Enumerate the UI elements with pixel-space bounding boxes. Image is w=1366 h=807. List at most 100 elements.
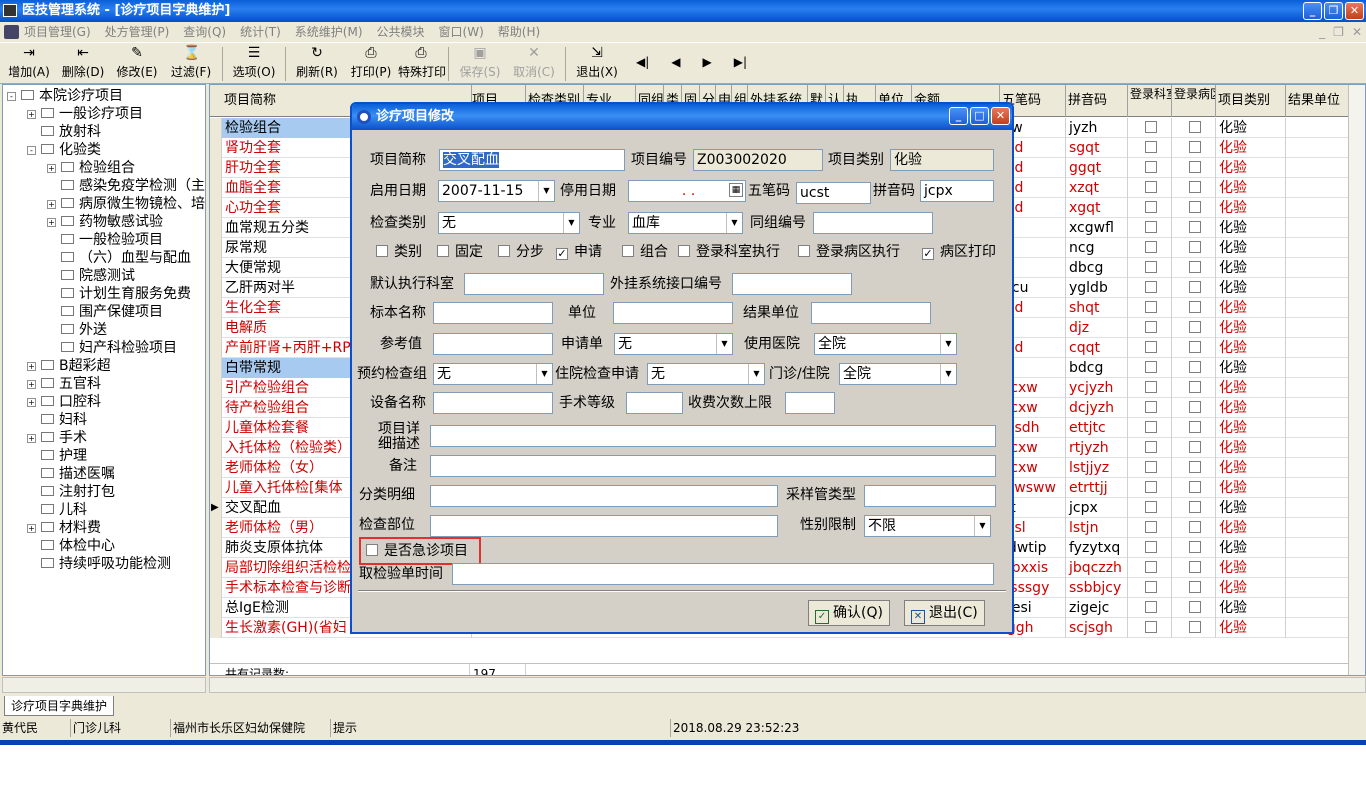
checkbox[interactable] — [1145, 221, 1157, 233]
pinyin-field[interactable]: jcpx — [920, 180, 994, 202]
tree-node[interactable]: - 化验类 — [27, 141, 101, 159]
row-indicator[interactable] — [210, 438, 222, 458]
option-checkbox[interactable]: 固定 — [437, 242, 483, 262]
row-indicator[interactable] — [210, 598, 222, 618]
menu-item[interactable]: 项目管理(G) — [24, 22, 91, 42]
toolbar-button[interactable]: ✎ 修改(E) — [110, 43, 164, 83]
tree-node[interactable]: - 本院诊疗项目 — [7, 87, 123, 105]
checkbox[interactable] — [1189, 581, 1201, 593]
mdi-minimize-button[interactable]: _ — [1319, 22, 1325, 42]
checkbox[interactable] — [1189, 421, 1201, 433]
checkbox[interactable] — [1145, 261, 1157, 273]
checkbox[interactable] — [1189, 501, 1201, 513]
option-checkbox[interactable]: ✓ 申请 — [556, 242, 602, 262]
checkmark-icon[interactable]: ✓ — [556, 248, 568, 260]
expand-icon[interactable]: + — [47, 200, 56, 209]
checkbox[interactable] — [1189, 381, 1201, 393]
row-indicator[interactable] — [210, 618, 222, 638]
chevron-down-icon[interactable]: ▼ — [726, 213, 742, 233]
collapse-icon[interactable]: - — [7, 92, 16, 101]
row-indicator[interactable] — [210, 578, 222, 598]
checkbox[interactable] — [1145, 401, 1157, 413]
tree-node[interactable]: + 材料费 — [27, 519, 101, 537]
checkbox[interactable] — [1189, 361, 1201, 373]
menu-item[interactable]: 系统维护(M) — [295, 22, 363, 42]
grid-vscrollbar[interactable] — [1348, 85, 1365, 675]
checkbox-box[interactable] — [376, 245, 388, 257]
tree-node[interactable]: 妇科 — [27, 411, 87, 429]
checkbox[interactable] — [1145, 601, 1157, 613]
menu-item[interactable]: 统计(T) — [240, 22, 281, 42]
calendar-icon[interactable]: ▦ — [729, 183, 743, 197]
confirm-button[interactable]: ✓ 确认(Q) — [808, 600, 890, 626]
expand-icon[interactable]: + — [27, 524, 36, 533]
row-indicator[interactable] — [210, 278, 222, 298]
exit-button[interactable]: ✕ 退出(C) — [904, 600, 985, 626]
tree-node[interactable]: （六）血型与配血 — [47, 249, 191, 267]
tree-node[interactable]: 妇产科检验项目 — [47, 339, 177, 357]
emergency-checkbox[interactable]: 是否急诊项目 — [366, 541, 468, 561]
tree-node[interactable]: 外送 — [47, 321, 107, 339]
toolbar-button[interactable]: ⎙ 打印(P) — [344, 43, 398, 83]
toolbar-button[interactable]: ↻ 刷新(R) — [290, 43, 344, 83]
checkbox[interactable] — [1145, 161, 1157, 173]
column-header[interactable]: 拼音码 — [1066, 85, 1128, 117]
row-indicator[interactable] — [210, 558, 222, 578]
row-indicator[interactable] — [210, 398, 222, 418]
row-indicator[interactable] — [210, 318, 222, 338]
checkbox[interactable] — [1145, 381, 1157, 393]
unit-field[interactable] — [613, 302, 733, 324]
tree-node[interactable]: 计划生育服务免费 — [47, 285, 191, 303]
checkbox-box[interactable] — [366, 544, 378, 556]
checkbox[interactable] — [1145, 281, 1157, 293]
report-time-field[interactable] — [452, 563, 994, 585]
row-indicator[interactable] — [210, 218, 222, 238]
row-indicator[interactable] — [210, 198, 222, 218]
reference-field[interactable] — [433, 333, 553, 355]
group-no-field[interactable] — [813, 212, 933, 234]
checkbox[interactable] — [1189, 281, 1201, 293]
row-indicator[interactable] — [210, 458, 222, 478]
tree-node[interactable]: + 药物敏感试验 — [47, 213, 163, 231]
chevron-down-icon[interactable]: ▼ — [563, 213, 579, 233]
classify-field[interactable] — [430, 485, 778, 507]
checkbox[interactable] — [1189, 541, 1201, 553]
option-checkbox[interactable]: 分步 — [498, 242, 544, 262]
name-field[interactable]: 交叉配血 — [439, 149, 625, 171]
row-indicator[interactable] — [210, 378, 222, 398]
checkbox[interactable] — [1189, 601, 1201, 613]
dialog-minimize-button[interactable]: _ — [949, 107, 968, 125]
checkbox[interactable] — [1145, 241, 1157, 253]
row-indicator[interactable] — [210, 478, 222, 498]
checkbox[interactable] — [1189, 221, 1201, 233]
row-indicator[interactable] — [210, 418, 222, 438]
toolbar-button[interactable]: ⎙ 特殊打印 — [398, 43, 446, 83]
prev-record-icon[interactable]: ◀ — [671, 55, 680, 83]
checkbox[interactable] — [1189, 181, 1201, 193]
exam-category-select[interactable]: 无 ▼ — [438, 212, 580, 234]
column-header[interactable]: 登录科室执行 — [1128, 85, 1172, 117]
tree-node[interactable]: + 一般诊疗项目 — [27, 105, 143, 123]
checkbox[interactable] — [1189, 461, 1201, 473]
row-indicator[interactable] — [210, 518, 222, 538]
checkmark-icon[interactable]: ✓ — [922, 248, 934, 260]
tree-node[interactable]: + 手术 — [27, 429, 87, 447]
checkbox[interactable] — [1189, 121, 1201, 133]
next-record-icon[interactable]: ▶ — [703, 55, 712, 83]
tree-hscrollbar[interactable] — [2, 677, 206, 693]
menu-item[interactable]: 窗口(W) — [439, 22, 484, 42]
tree-node[interactable]: 护理 — [27, 447, 87, 465]
tree-node[interactable]: 持续呼吸功能检测 — [27, 555, 171, 573]
expand-icon[interactable]: + — [27, 380, 36, 389]
tree-node[interactable]: 感染免疫学检测（主 — [47, 177, 205, 195]
tree-node[interactable]: + 病原微生物镜检、培 — [47, 195, 205, 213]
option-checkbox[interactable]: 类别 — [376, 242, 422, 262]
checkbox[interactable] — [1189, 401, 1201, 413]
device-field[interactable] — [433, 392, 553, 414]
sex-limit-select[interactable]: 不限 ▼ — [864, 515, 991, 537]
option-checkbox[interactable]: 组合 — [622, 242, 668, 262]
chevron-down-icon[interactable]: ▼ — [748, 364, 764, 384]
row-indicator[interactable] — [210, 298, 222, 318]
op-ip-select[interactable]: 全院 ▼ — [839, 363, 957, 385]
tree-node[interactable]: 围产保健项目 — [47, 303, 163, 321]
